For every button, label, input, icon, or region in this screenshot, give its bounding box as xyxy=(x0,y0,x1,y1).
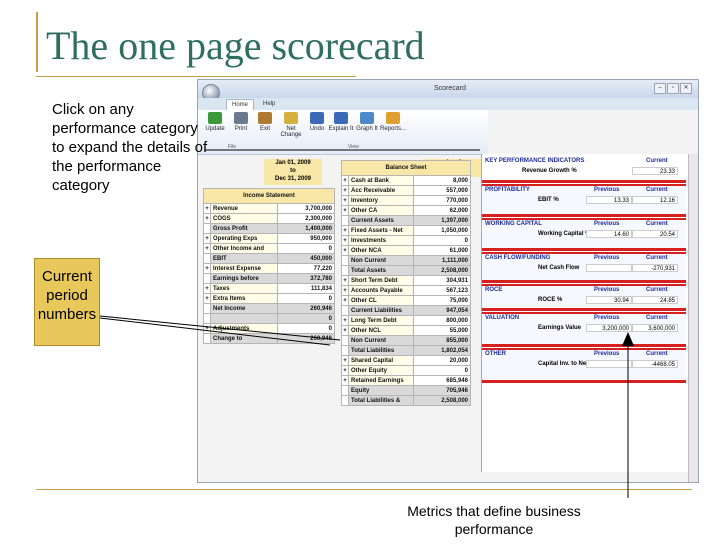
annotation-arrows xyxy=(99,149,634,498)
arrow-line-current-2 xyxy=(99,317,331,346)
arrow-line-current xyxy=(99,315,341,341)
arrow-head-metrics xyxy=(622,332,634,346)
